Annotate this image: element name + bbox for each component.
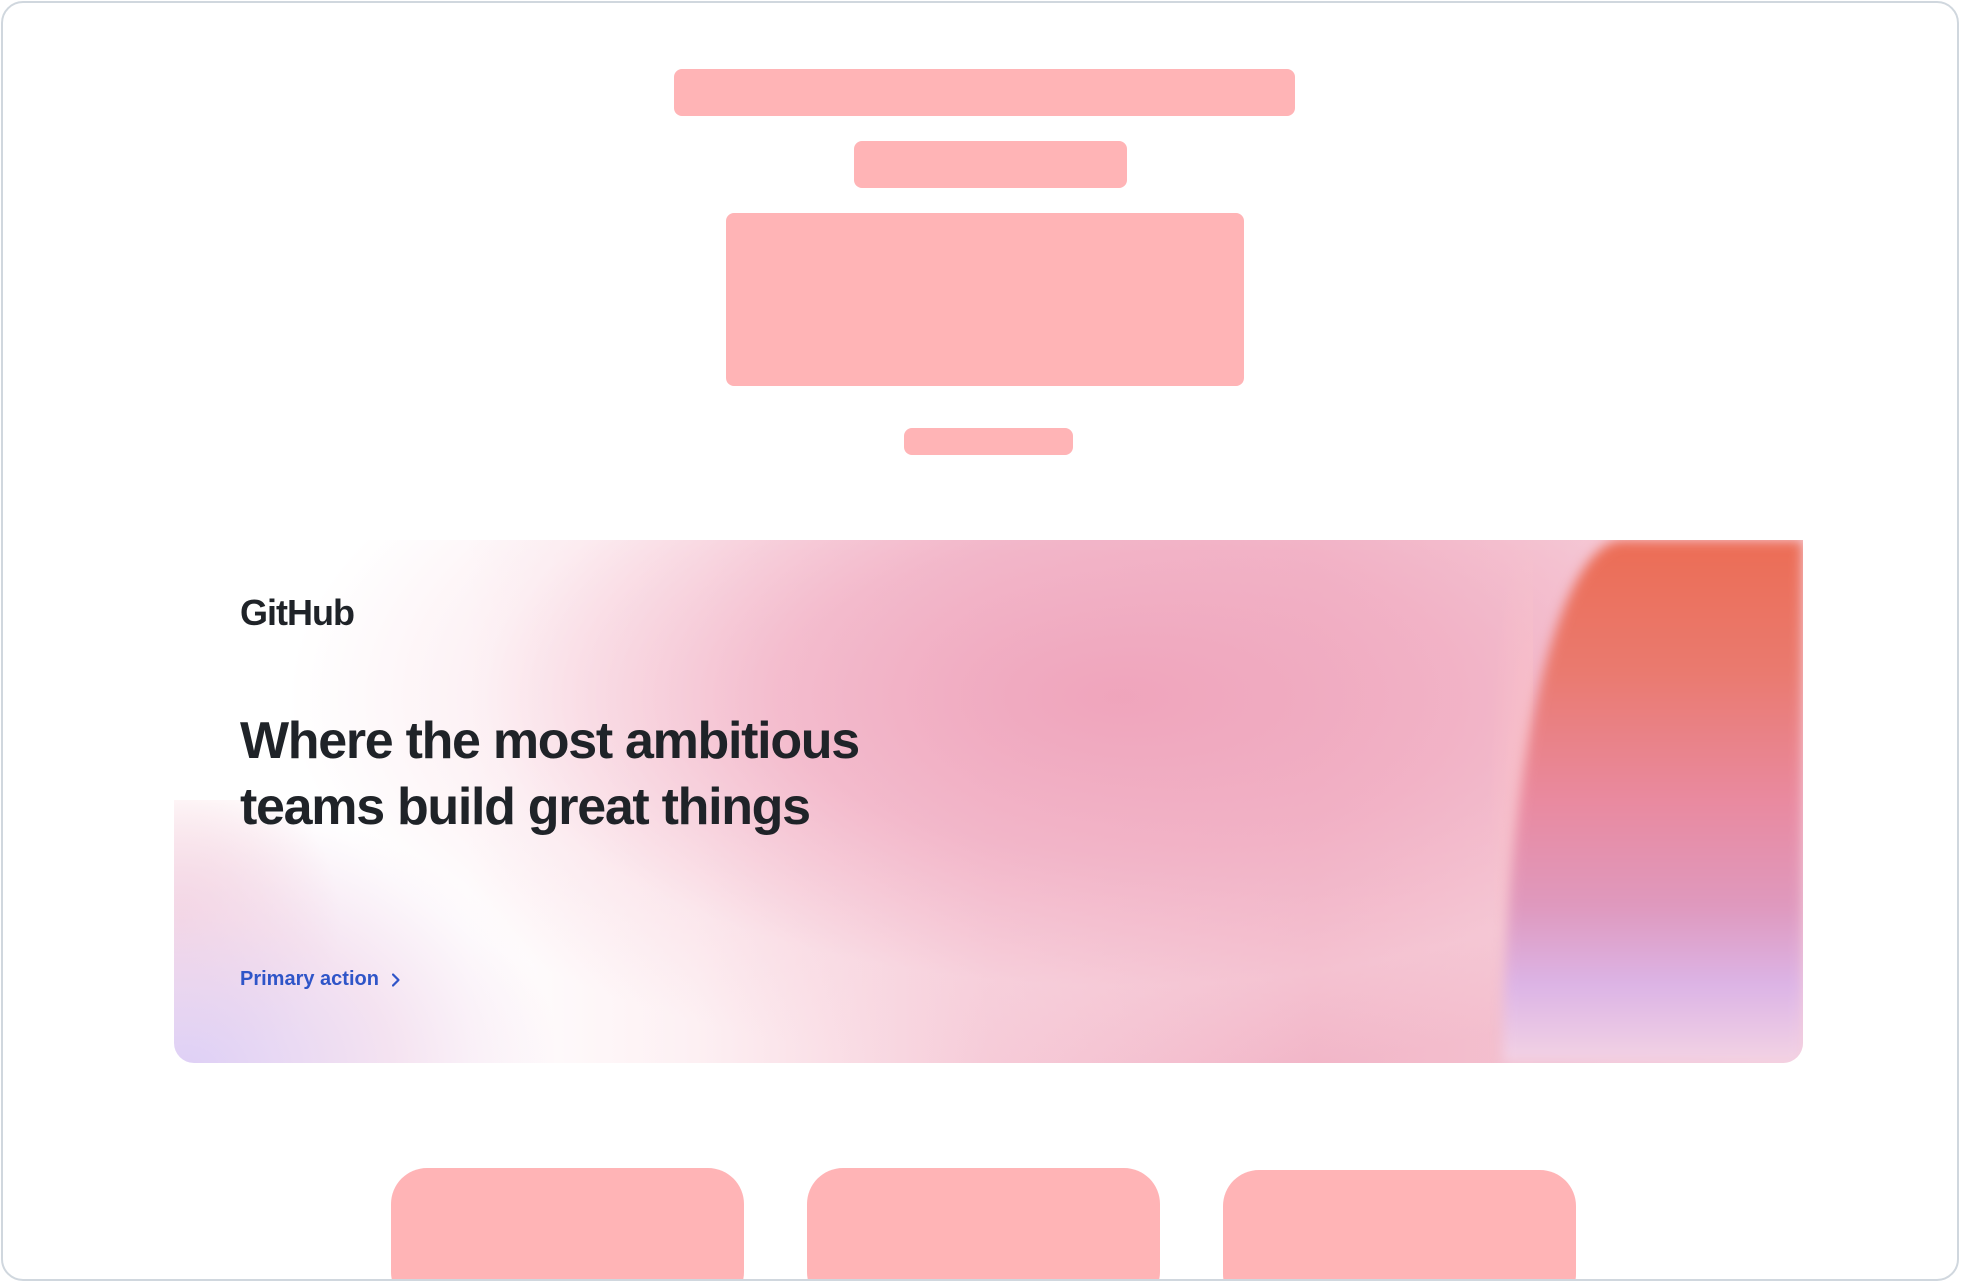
card-placeholder-1 [391,1168,744,1279]
title-placeholder [674,69,1295,116]
banner-headline: Where the most ambitious teams build gre… [240,712,860,836]
card-placeholder-3 [1223,1170,1576,1279]
hero-banner: GitHub Where the most ambitious teams bu… [174,540,1803,1063]
github-logo: GitHub [240,592,355,633]
primary-action-label: Primary action [240,968,379,990]
primary-action-link[interactable]: Primary action [240,968,401,991]
card-placeholder-2 [807,1168,1160,1279]
banner-right-gradient [1503,540,1803,1063]
chevron-right-icon [391,972,401,987]
banner-left-lavender-glow [174,803,554,1063]
small-label-placeholder [904,428,1073,455]
page-frame: GitHub Where the most ambitious teams bu… [1,1,1959,1281]
subtitle-placeholder [854,141,1127,188]
content-block-placeholder [726,213,1244,386]
